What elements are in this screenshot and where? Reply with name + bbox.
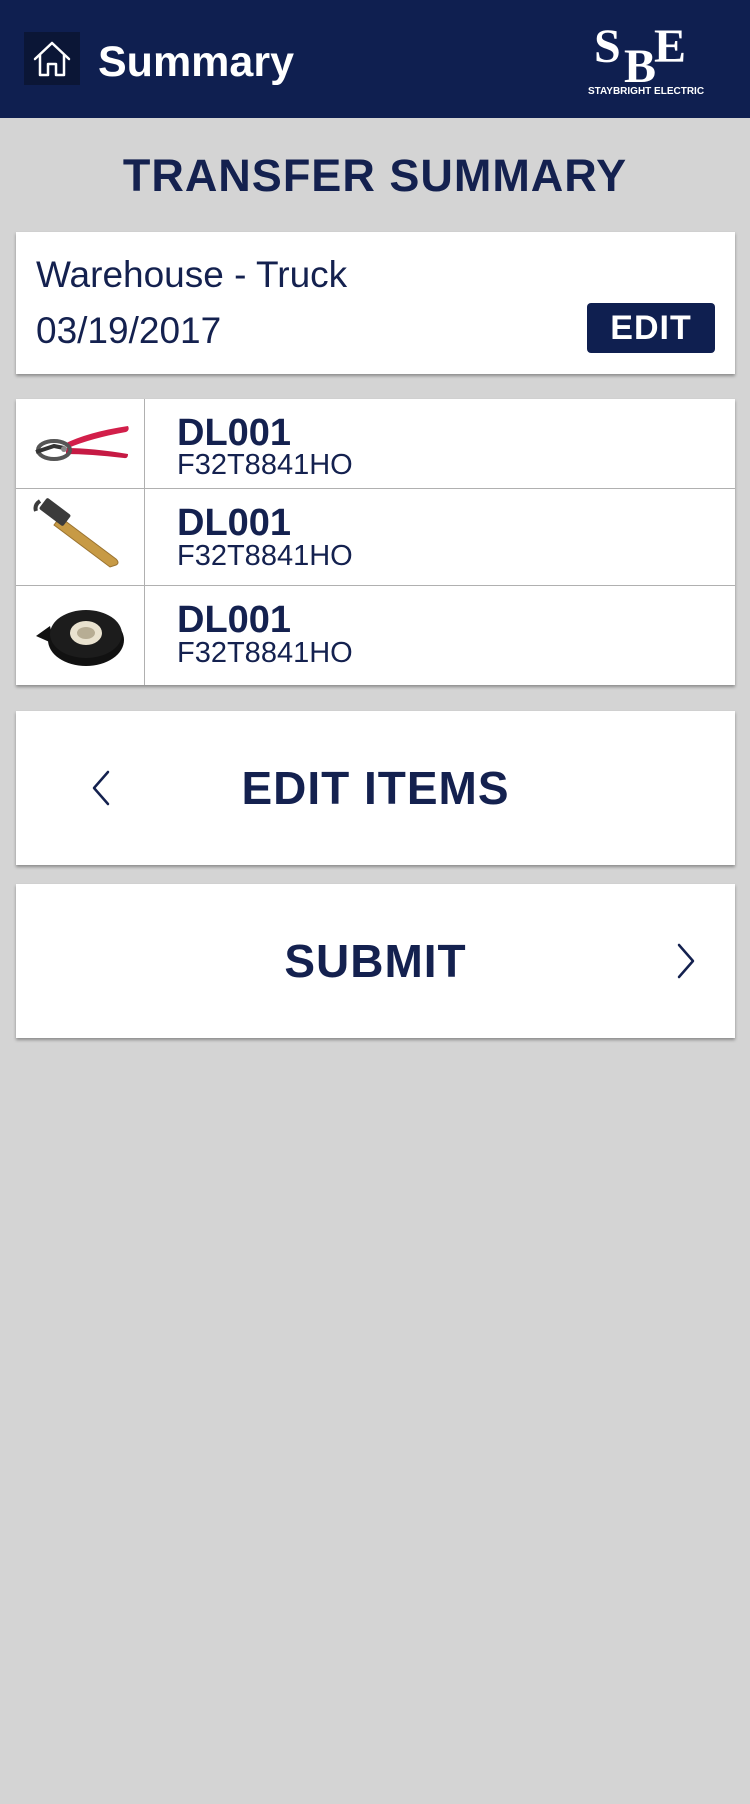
submit-label: SUBMIT [284, 935, 467, 987]
item-code: DL001 [177, 502, 292, 544]
chevron-right-icon [677, 943, 695, 979]
item-code: DL001 [177, 412, 292, 454]
svg-text:E: E [654, 20, 686, 73]
transfer-route: Warehouse - Truck [36, 254, 348, 295]
home-icon [33, 41, 71, 76]
electrical-tape-image [16, 586, 145, 685]
edit-items-button[interactable]: EDIT ITEMS [16, 711, 735, 865]
home-button[interactable] [24, 32, 80, 85]
item-code: DL001 [177, 599, 292, 641]
page-title: Summary [98, 38, 294, 86]
list-item[interactable]: DL001 F32T8841HO [16, 586, 735, 685]
transfer-date: 03/19/2017 [36, 310, 222, 351]
item-part-number: F32T8841HO [177, 637, 353, 669]
transfer-summary-heading: TRANSFER SUMMARY [122, 150, 628, 201]
items-list: DL001 F32T8841HO DL001 F32T8841HO DL001 … [16, 399, 735, 685]
app-header: Summary S B E STAYBRIGHT ELECTRIC [0, 0, 750, 118]
hammer-image [16, 489, 145, 585]
edit-transfer-button[interactable]: EDIT [587, 303, 715, 353]
submit-button[interactable]: SUBMIT [16, 884, 735, 1038]
item-part-number: F32T8841HO [177, 540, 353, 572]
edit-items-label: EDIT ITEMS [241, 762, 510, 814]
list-item[interactable]: DL001 F32T8841HO [16, 489, 735, 586]
company-logo: S B E STAYBRIGHT ELECTRIC [586, 18, 706, 98]
list-item[interactable]: DL001 F32T8841HO [16, 399, 735, 489]
wire-cutter-image [16, 399, 145, 488]
chevron-left-icon [92, 770, 110, 806]
svg-text:STAYBRIGHT ELECTRIC: STAYBRIGHT ELECTRIC [588, 86, 704, 97]
transfer-info-card: Warehouse - Truck 03/19/2017 EDIT [16, 232, 735, 374]
svg-text:S: S [594, 20, 621, 73]
item-part-number: F32T8841HO [177, 449, 353, 481]
